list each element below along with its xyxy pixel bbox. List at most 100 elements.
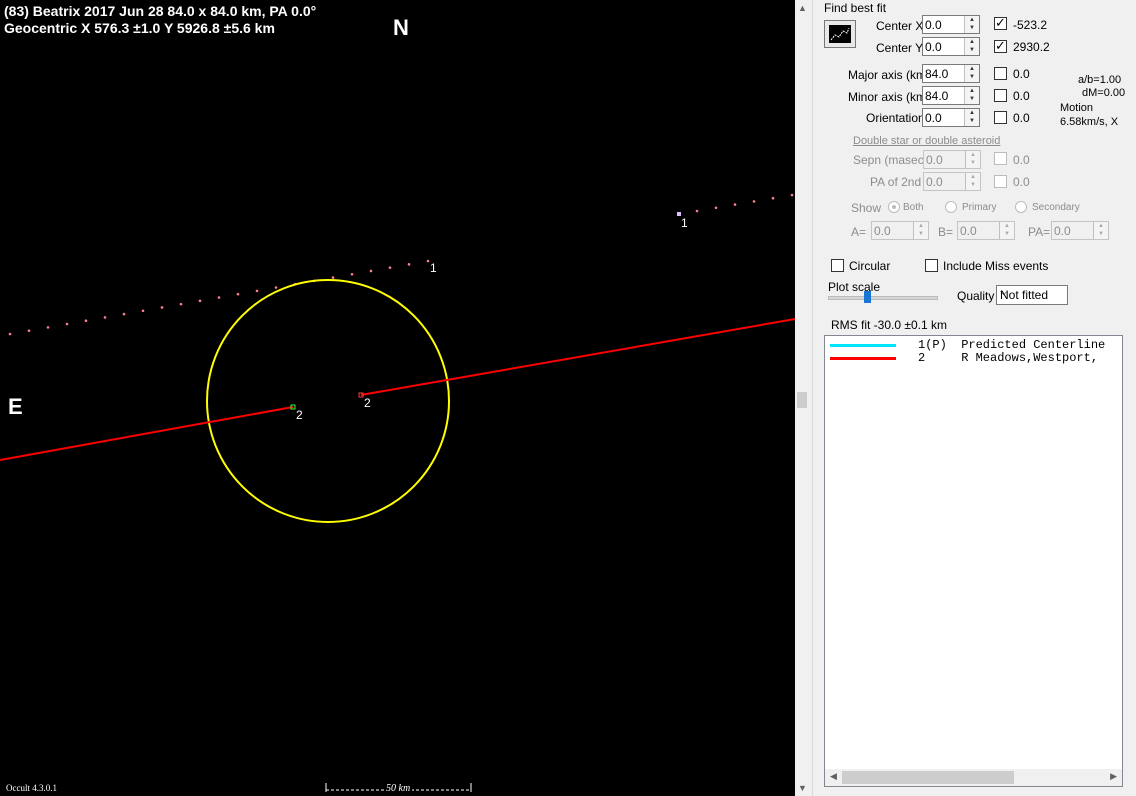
circular-checkbox[interactable]	[831, 259, 844, 272]
scroll-right-icon[interactable]: ▶	[1110, 771, 1117, 782]
path-dot	[331, 276, 335, 279]
version-label: Occult 4.3.0.1	[6, 783, 57, 793]
path-number-label: 1	[681, 216, 688, 230]
path-dot	[236, 292, 240, 296]
a-input[interactable]: 0.0 ▲ ▼	[871, 221, 929, 240]
major-axis-checkbox[interactable]	[994, 67, 1007, 80]
predicted-path-1	[8, 259, 430, 336]
show-both-label: Both	[903, 202, 924, 213]
path-dot	[274, 286, 278, 289]
scroll-up-icon[interactable]: ▲	[798, 3, 807, 13]
horizontal-scrollbar[interactable]: ◀ ▶	[825, 769, 1122, 786]
path-dot	[103, 316, 107, 319]
pa-input[interactable]: 0.0 ▲ ▼	[1051, 221, 1109, 240]
plot-header-title: (83) Beatrix 2017 Jun 28 84.0 x 84.0 km,…	[4, 3, 317, 19]
minor-axis-input[interactable]: 84.0 ▲ ▼	[922, 86, 980, 105]
path-dot	[160, 306, 164, 309]
path-dot	[255, 289, 259, 293]
center-y-label: Center Y	[876, 41, 924, 55]
show-secondary-radio[interactable]	[1015, 201, 1027, 213]
center-y-result: 2930.2	[1013, 40, 1050, 54]
double-star-link[interactable]: Double star or double asteroid	[853, 135, 1000, 147]
find-best-fit-button[interactable]	[824, 20, 856, 48]
show-primary-radio[interactable]	[945, 201, 957, 213]
north-label: N	[393, 15, 409, 40]
path-dot	[790, 193, 794, 197]
path-dot	[217, 296, 221, 299]
center-x-input[interactable]: 0.0 ▲ ▼	[922, 15, 980, 34]
chord-color-swatch	[830, 357, 896, 360]
orientation-input[interactable]: 0.0 ▲ ▼	[922, 108, 980, 127]
center-y-checkbox[interactable]	[994, 38, 1007, 54]
delta-magnitude: dM=0.00	[1082, 87, 1126, 99]
plot-scale-slider[interactable]	[864, 291, 871, 303]
pa-2nd-label: PA of 2nd	[870, 175, 922, 189]
a-label: A=	[851, 225, 867, 239]
minor-axis-checkbox[interactable]	[994, 89, 1007, 102]
path-dot	[198, 299, 202, 303]
show-secondary-label: Secondary	[1032, 202, 1080, 213]
path-dot	[733, 203, 737, 206]
path-dot	[179, 302, 183, 306]
center-x-label: Center X	[876, 19, 924, 33]
chord-number-label: 2	[296, 408, 303, 422]
chord-color-swatch	[830, 344, 896, 347]
path-dot	[84, 319, 88, 323]
motion-label: Motion	[1060, 102, 1094, 114]
pa-2nd-input[interactable]: 0.0 ▲ ▼	[923, 172, 981, 191]
list-item-text: 2 R Meadows,Westport,	[918, 351, 1099, 365]
path-dot	[426, 259, 430, 263]
chord-list[interactable]: 1(P) Predicted Centerline 2 R Meadows,We…	[824, 335, 1123, 787]
b-label: B=	[938, 225, 954, 239]
scroll-down-icon[interactable]: ▼	[798, 783, 807, 793]
include-miss-checkbox[interactable]	[925, 259, 938, 272]
east-label: E	[8, 394, 23, 419]
plot-header-geocentric: Geocentric X 576.3 ±1.0 Y 5926.8 ±5.6 km	[4, 20, 275, 36]
path-dot	[714, 206, 718, 210]
sepn-input[interactable]: 0.0 ▲ ▼	[923, 150, 981, 169]
path-dot	[141, 309, 145, 313]
hscroll-thumb[interactable]	[842, 771, 1014, 784]
major-axis-label: Major axis (km)	[848, 68, 931, 82]
occultation-plot[interactable]: (83) Beatrix 2017 Jun 28 84.0 x 84.0 km,…	[0, 0, 795, 796]
include-miss-label: Include Miss events	[943, 259, 1049, 273]
path-dot	[752, 200, 756, 203]
quality-select[interactable]: Not fitted ⌵	[996, 285, 1068, 305]
scrollbar-thumb[interactable]	[797, 392, 807, 408]
circular-label: Circular	[849, 259, 891, 273]
orientation-label: Orientation	[866, 111, 925, 125]
predicted-path-2	[695, 193, 794, 213]
chord-line-left	[0, 406, 294, 461]
fit-chart-icon	[829, 25, 851, 43]
rms-fit-label: RMS fit -30.0 ±0.1 km	[831, 318, 947, 332]
orientation-result: 0.0	[1013, 111, 1030, 125]
pa-2nd-result: 0.0	[1013, 175, 1030, 189]
quality-label: Quality	[957, 289, 995, 303]
pa-2nd-checkbox[interactable]	[994, 175, 1007, 188]
show-label: Show	[851, 201, 882, 215]
list-item[interactable]: 2 R Meadows,Westport,	[830, 352, 1120, 365]
find-best-fit-label: Find best fit	[824, 1, 887, 15]
path-dot	[8, 332, 12, 336]
asteroid-outline	[206, 279, 450, 523]
chevron-down-icon: ⌵	[1000, 287, 1008, 298]
path-dot	[65, 322, 69, 326]
pa-label: PA=	[1028, 225, 1051, 239]
plot-scale-track[interactable]	[828, 296, 938, 300]
minor-axis-label: Minor axis (km)	[848, 90, 931, 104]
scroll-left-icon[interactable]: ◀	[830, 771, 837, 782]
fit-panel: Find best fit Center X 0.0▲▼ -523.2 Cent…	[812, 0, 1136, 796]
vertical-scrollbar[interactable]: ▲ ▼	[795, 0, 813, 796]
plot-canvas	[0, 193, 795, 792]
center-x-checkbox[interactable]	[994, 15, 1007, 31]
orientation-checkbox[interactable]	[994, 111, 1007, 124]
path-dot	[27, 329, 31, 332]
ab-ratio: a/b=1.00	[1078, 74, 1122, 86]
show-both-radio[interactable]	[888, 201, 900, 213]
path-dot	[695, 209, 699, 213]
center-x-result: -523.2	[1013, 18, 1048, 32]
center-y-input[interactable]: 0.0 ▲ ▼	[922, 37, 980, 56]
b-input[interactable]: 0.0 ▲ ▼	[957, 221, 1015, 240]
major-axis-input[interactable]: 84.0 ▲ ▼	[922, 64, 980, 83]
sepn-checkbox[interactable]	[994, 152, 1007, 165]
